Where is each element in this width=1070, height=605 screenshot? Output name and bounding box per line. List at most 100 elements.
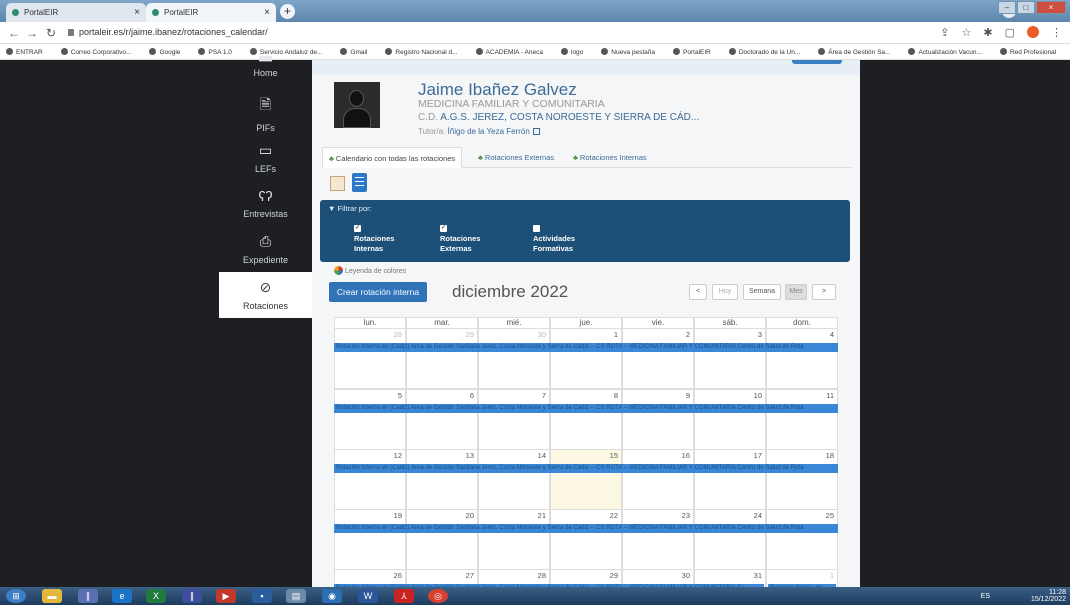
maximize-button[interactable]: □ — [1017, 1, 1035, 14]
calendar-day-cell[interactable]: 10 — [694, 389, 766, 450]
app-icon[interactable]: ∥ — [78, 589, 98, 603]
start-button[interactable]: ⊞ — [6, 589, 26, 603]
new-tab-button[interactable]: + — [280, 4, 295, 19]
calendar-day-cell[interactable]: 7 — [478, 389, 550, 450]
sidebar-item-pifs[interactable]: 🗎 PIFs — [219, 94, 312, 134]
share-icon[interactable]: ⇪ — [940, 26, 949, 39]
bookmark-item[interactable]: Área de Gestión Sa... — [818, 48, 899, 56]
url-field[interactable]: portaleir.es/r/jaime.ibanez/rotaciones_c… — [68, 27, 268, 37]
tutor-link[interactable]: Íñigo de la Yeza Ferrón — [448, 127, 530, 136]
top-action-button[interactable] — [792, 60, 842, 64]
calendar-day-cell[interactable]: 15 — [550, 449, 622, 510]
calendar-day-cell[interactable]: 24 — [694, 509, 766, 570]
filter-actividades-formativas[interactable]: Actividades Formativas — [533, 225, 575, 254]
calendar-day-cell[interactable]: 20 — [406, 509, 478, 570]
bookmark-item[interactable]: Red Profesional — [999, 48, 1065, 56]
bookmark-item[interactable]: PSA 1.0 — [198, 48, 241, 56]
calendar-day-cell[interactable]: 4 — [766, 328, 838, 389]
bookmark-item[interactable]: Correo Corporativo... — [60, 48, 141, 56]
reload-icon[interactable]: ↻ — [46, 26, 56, 40]
calendar-day-cell[interactable]: 12 — [334, 449, 406, 510]
bookmark-item[interactable]: ENTRAR — [6, 48, 52, 56]
bookmark-item[interactable]: Doctorado de la Un... — [728, 48, 809, 56]
calendar-day-cell[interactable]: 9 — [622, 389, 694, 450]
calendar-day-cell[interactable]: 16 — [622, 449, 694, 510]
app-icon[interactable]: ▪ — [252, 589, 272, 603]
bookmark-item[interactable]: Actualización Vacun... — [908, 48, 990, 56]
calendar-day-cell[interactable]: 22 — [550, 509, 622, 570]
bookmark-item[interactable]: Gmail — [340, 48, 376, 56]
excel-icon[interactable]: X — [146, 589, 166, 603]
star-icon[interactable]: ☆ — [962, 26, 972, 39]
bookmark-item[interactable]: ACADEMIA - Aneca — [475, 48, 552, 56]
back-arrow-icon[interactable]: ← — [8, 26, 20, 40]
calendar-day-cell[interactable]: 17 — [694, 449, 766, 510]
bookmark-item[interactable]: Registro Nacional d... — [385, 48, 466, 56]
tab-rotaciones-internas[interactable]: ♣ Rotaciones Internas — [567, 147, 653, 168]
calendar-day-cell[interactable]: 13 — [406, 449, 478, 510]
calendar-day-cell[interactable]: 18 — [766, 449, 838, 510]
calendar-day-cell[interactable]: 11 — [766, 389, 838, 450]
menu-icon[interactable]: ⋮ — [1051, 26, 1062, 39]
external-link-icon[interactable] — [532, 128, 540, 135]
acrobat-icon[interactable]: ⅄ — [394, 589, 414, 603]
next-month-button[interactable]: > — [812, 284, 836, 300]
media-player-icon[interactable]: ▶ — [216, 589, 236, 603]
language-indicator[interactable]: ES — [981, 593, 990, 600]
calendar-view-icon[interactable] — [330, 176, 345, 191]
bookmark-item[interactable]: logo — [561, 48, 592, 56]
calendar-day-cell[interactable]: 19 — [334, 509, 406, 570]
minimize-button[interactable]: – — [998, 1, 1016, 14]
calendar-day-cell[interactable]: 5 — [334, 389, 406, 450]
calendar-day-cell[interactable]: 21 — [478, 509, 550, 570]
browser-tab-active[interactable]: PortalEIR × — [146, 3, 276, 22]
tab-calendario[interactable]: ♣ Calendario con todas las rotaciones — [322, 147, 463, 168]
calendar-day-cell[interactable]: 30 — [478, 328, 550, 389]
calendar-day-cell[interactable]: 28 — [334, 328, 406, 389]
profile-avatar-icon[interactable] — [1027, 26, 1039, 38]
checkbox-checked-icon[interactable]: ✓ — [354, 225, 361, 232]
calendar-day-cell[interactable]: 23 — [622, 509, 694, 570]
filter-rotaciones-externas[interactable]: ✓ Rotaciones Externas — [440, 225, 480, 254]
bookmark-item[interactable]: Nueva pestaña — [601, 48, 664, 56]
checkbox-unchecked-icon[interactable] — [533, 225, 540, 232]
extensions-icon[interactable]: ✱ — [983, 26, 992, 39]
tab-rotaciones-externas[interactable]: ♣ Rotaciones Externas — [472, 147, 560, 168]
create-internal-rotation-button[interactable]: Crear rotación interna — [329, 282, 427, 302]
notepad-icon[interactable]: ▤ — [286, 589, 306, 603]
internet-explorer-icon[interactable]: e — [112, 589, 132, 603]
close-tab-icon[interactable]: × — [264, 7, 270, 18]
calendar-day-cell[interactable]: 8 — [550, 389, 622, 450]
sidebar-item-lefs[interactable]: ▭ LEFs — [219, 142, 312, 182]
list-view-icon[interactable] — [352, 173, 367, 192]
chrome-icon[interactable]: ◎ — [428, 589, 448, 603]
bookmark-item[interactable]: PortalEIR — [673, 48, 720, 56]
forward-arrow-icon[interactable]: → — [26, 26, 38, 40]
word-icon[interactable]: W — [358, 589, 378, 603]
app-icon[interactable]: ∥ — [182, 589, 202, 603]
filter-rotaciones-internas[interactable]: ✓ Rotaciones Internas — [354, 225, 394, 254]
sidebar-item-expediente[interactable]: ⎙ Expediente — [219, 233, 312, 273]
calendar-day-cell[interactable]: 2 — [622, 328, 694, 389]
browser-tab[interactable]: PortalEIR × — [6, 3, 146, 22]
checkbox-checked-icon[interactable]: ✓ — [440, 225, 447, 232]
calendar-day-cell[interactable]: 14 — [478, 449, 550, 510]
month-view-button[interactable]: Mes — [785, 284, 807, 300]
calendar-day-cell[interactable]: 1 — [550, 328, 622, 389]
rotation-event[interactable]: Rotación Interna en (Cádiz) Área de Gest… — [334, 524, 838, 533]
calendar-day-cell[interactable]: 29 — [406, 328, 478, 389]
sidebar-item-rotaciones[interactable]: ⊘ Rotaciones — [219, 272, 312, 318]
color-legend-link[interactable]: Leyenda de colores — [334, 266, 406, 275]
rotation-event[interactable]: Rotación Interna en (Cádiz) Área de Gest… — [334, 464, 838, 473]
app-icon[interactable]: ◉ — [322, 589, 342, 603]
explorer-icon[interactable]: ▬ — [42, 589, 62, 603]
calendar-day-cell[interactable]: 25 — [766, 509, 838, 570]
sidebar-item-entrevistas[interactable]: ʕʔ Entrevistas — [219, 188, 312, 228]
today-button[interactable]: Hoy — [712, 284, 738, 300]
week-view-button[interactable]: Semana — [743, 284, 781, 300]
bookmark-item[interactable]: Google — [149, 48, 189, 56]
prev-month-button[interactable]: < — [689, 284, 707, 300]
bookmark-item[interactable]: Servicio Andaluz de... — [249, 48, 332, 56]
calendar-day-cell[interactable]: 6 — [406, 389, 478, 450]
rotation-event[interactable]: Rotación Interna en (Cádiz) Área de Gest… — [334, 404, 838, 413]
